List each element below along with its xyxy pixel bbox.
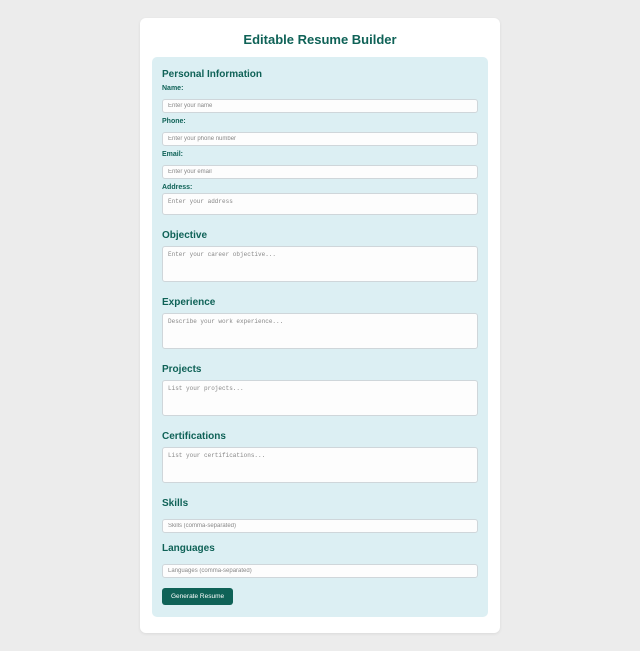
phone-label: Phone: [162, 118, 478, 125]
experience-input[interactable] [162, 313, 478, 349]
section-skills-heading: Skills [162, 498, 478, 509]
section-projects-heading: Projects [162, 364, 478, 375]
name-label: Name: [162, 85, 478, 92]
address-label: Address: [162, 184, 478, 191]
section-personal-heading: Personal Information [162, 69, 478, 80]
certifications-input[interactable] [162, 447, 478, 483]
email-label: Email: [162, 151, 478, 158]
page-title: Editable Resume Builder [152, 32, 488, 47]
languages-input[interactable] [162, 564, 478, 578]
objective-input[interactable] [162, 246, 478, 282]
resume-builder-card: Editable Resume Builder Personal Informa… [140, 18, 500, 633]
phone-input[interactable] [162, 132, 478, 146]
skills-input[interactable] [162, 519, 478, 533]
projects-input[interactable] [162, 380, 478, 416]
name-input[interactable] [162, 99, 478, 113]
address-input[interactable] [162, 193, 478, 215]
section-languages-heading: Languages [162, 543, 478, 554]
form-panel: Personal Information Name: Phone: Email:… [152, 57, 488, 617]
section-experience-heading: Experience [162, 297, 478, 308]
section-certifications-heading: Certifications [162, 431, 478, 442]
email-input[interactable] [162, 165, 478, 179]
generate-resume-button[interactable]: Generate Resume [162, 588, 233, 605]
section-objective-heading: Objective [162, 230, 478, 241]
